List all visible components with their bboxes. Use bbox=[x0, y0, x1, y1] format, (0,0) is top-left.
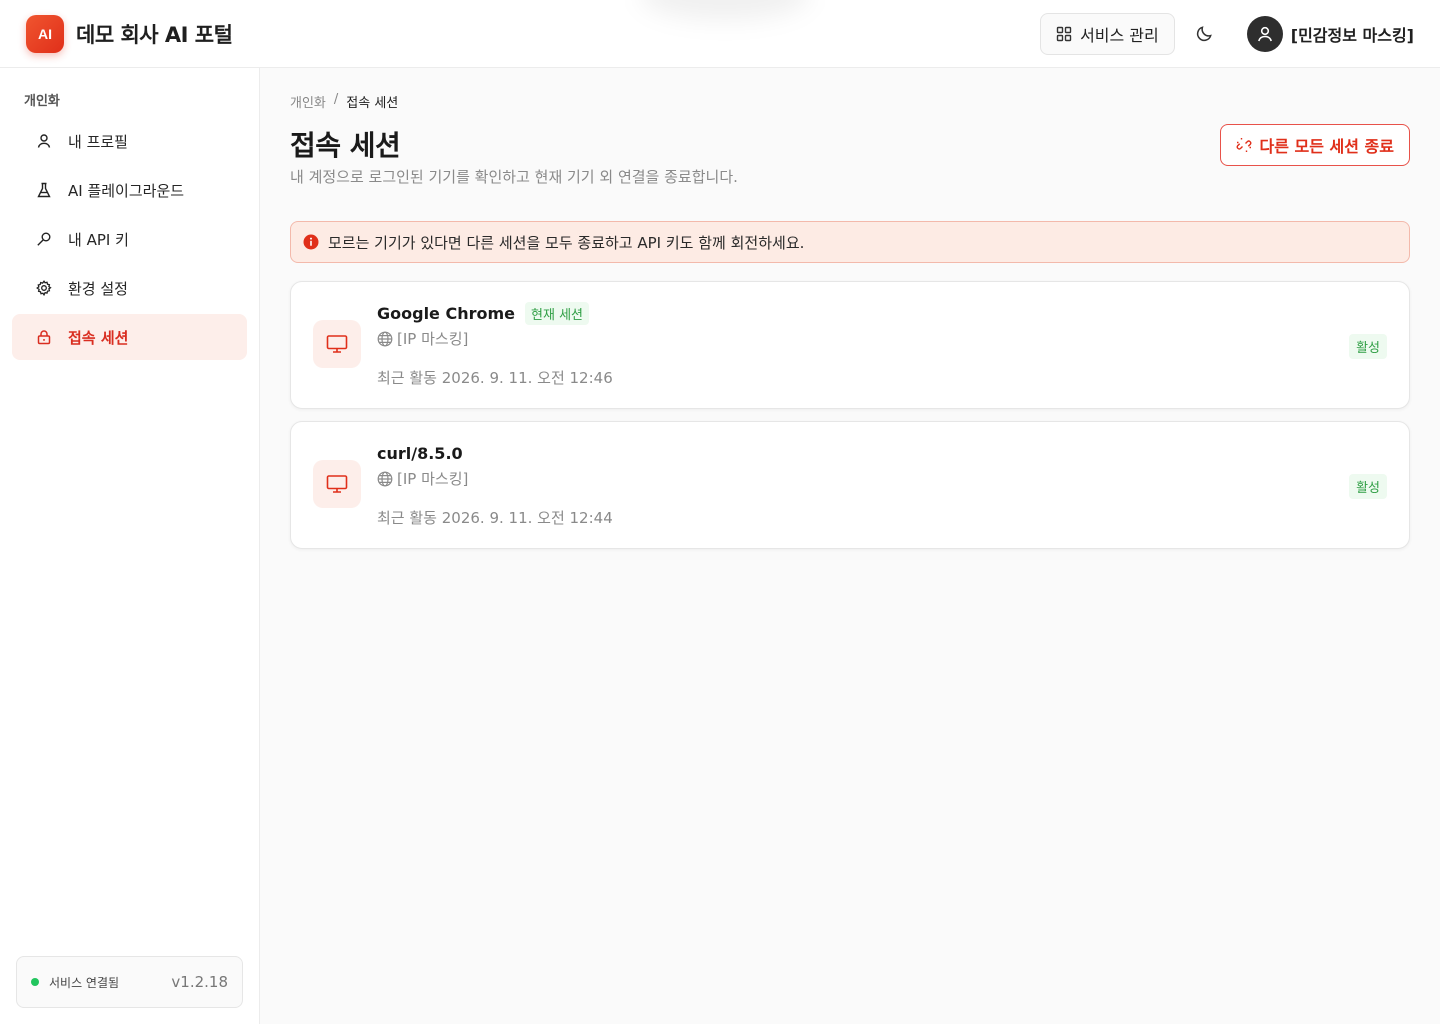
sidebar-section-label: 개인화 bbox=[24, 94, 60, 109]
user-avatar-icon bbox=[1257, 26, 1272, 41]
moon-icon bbox=[1197, 26, 1213, 42]
session-header: Google Chrome 현재 세션 bbox=[377, 301, 613, 325]
alert-info-icon bbox=[303, 234, 319, 250]
breadcrumb-separator: / bbox=[333, 92, 339, 107]
session-header: curl/8.5.0 bbox=[377, 442, 613, 464]
globe-icon bbox=[377, 471, 393, 486]
page-title: 접속 세션 bbox=[290, 129, 401, 162]
ip-address-row: [IP 마스킹] bbox=[377, 328, 613, 349]
session-details: curl/8.5.0 [IP 마스킹] 최근 활동 2026. 9. 11. 오… bbox=[377, 442, 613, 528]
ip-address: [IP 마스킹] bbox=[397, 330, 469, 348]
user-menu[interactable]: [민감정보 마스킹] bbox=[1246, 15, 1414, 52]
session-card: Google Chrome 현재 세션 [IP 마스킹] 최근 활동 2026.… bbox=[290, 281, 1410, 409]
session-card: curl/8.5.0 [IP 마스킹] 최근 활동 2026. 9. 11. 오… bbox=[290, 421, 1410, 549]
breadcrumb-current: 접속 세션 bbox=[346, 96, 399, 111]
monitor-icon bbox=[326, 335, 348, 353]
end-other-sessions-label: 다른 모든 세션 종료 bbox=[1259, 137, 1394, 156]
sidebar-item-profile[interactable]: 내 프로필 bbox=[12, 118, 247, 164]
gear-icon bbox=[36, 280, 52, 296]
breadcrumb-parent[interactable]: 개인화 bbox=[290, 92, 326, 111]
end-other-sessions-button[interactable]: 다른 모든 세션 종료 bbox=[1219, 124, 1410, 166]
sidebar-item-playground[interactable]: AI 플레이그라운드 bbox=[12, 167, 247, 213]
avatar bbox=[1246, 15, 1283, 52]
device-icon-box bbox=[313, 320, 361, 368]
status-dot bbox=[31, 978, 39, 986]
current-session-badge: 현재 세션 bbox=[525, 301, 589, 325]
sidebar: 개인화 내 프로필 AI 플레이그라운드 내 API 키 환경 설정 접속 세션… bbox=[0, 68, 260, 1024]
sidebar-item-label: 내 프로필 bbox=[68, 132, 128, 151]
lock-icon bbox=[37, 330, 51, 345]
connection-status-text: 서비스 연결됨 bbox=[49, 975, 120, 990]
globe-icon bbox=[377, 331, 393, 346]
sidebar-item-settings[interactable]: 환경 설정 bbox=[12, 265, 247, 311]
flask-icon bbox=[37, 182, 51, 198]
page-description: 내 계정으로 로그인된 기기를 확인하고 현재 기기 외 연결을 종료합니다. bbox=[290, 168, 738, 186]
breadcrumb: 개인화 / 접속 세션 bbox=[290, 92, 398, 111]
sidebar-item-label: 접속 세션 bbox=[68, 328, 129, 347]
top-shadow-decoration bbox=[640, 0, 810, 20]
sidebar-item-label: 내 API 키 bbox=[68, 230, 129, 249]
service-manage-button[interactable]: 서비스 관리 bbox=[1040, 12, 1175, 55]
top-right-controls: 서비스 관리 [민감정보 마스킹] bbox=[1040, 12, 1414, 55]
ip-address: [IP 마스킹] bbox=[397, 470, 469, 488]
unlink-icon bbox=[1236, 138, 1251, 152]
monitor-icon bbox=[326, 475, 348, 493]
grid-icon bbox=[1056, 26, 1072, 41]
service-manage-label: 서비스 관리 bbox=[1080, 25, 1159, 45]
ip-address-row: [IP 마스킹] bbox=[377, 468, 613, 489]
connection-status-card: 서비스 연결됨 v1.2.18 bbox=[16, 956, 243, 1008]
app-version: v1.2.18 bbox=[171, 973, 228, 991]
sidebar-nav: 내 프로필 AI 플레이그라운드 내 API 키 환경 설정 접속 세션 bbox=[12, 118, 247, 363]
user-name: [민감정보 마스킹] bbox=[1290, 25, 1414, 45]
last-active-time: 최근 활동 2026. 9. 11. 오전 12:44 bbox=[377, 509, 613, 527]
sidebar-item-label: AI 플레이그라운드 bbox=[68, 181, 185, 200]
alert-text: 모르는 기기가 있다면 다른 세션을 모두 종료하고 API 키도 함께 회전하… bbox=[328, 233, 805, 252]
app-logo[interactable]: AI bbox=[26, 14, 64, 53]
top-bar: AI 데모 회사 AI 포털 서비스 관리 [민감정보 마스킹] bbox=[0, 0, 1440, 68]
session-details: Google Chrome 현재 세션 [IP 마스킹] 최근 활동 2026.… bbox=[377, 301, 613, 388]
device-icon-box bbox=[313, 460, 361, 508]
sidebar-item-sessions[interactable]: 접속 세션 bbox=[12, 314, 247, 360]
device-name: Google Chrome bbox=[377, 303, 516, 323]
status-badge: 활성 bbox=[1349, 334, 1387, 359]
sidebar-item-label: 환경 설정 bbox=[68, 279, 128, 298]
theme-toggle-button[interactable] bbox=[1185, 14, 1225, 54]
last-active-time: 최근 활동 2026. 9. 11. 오전 12:46 bbox=[377, 369, 613, 387]
sidebar-item-api-keys[interactable]: 내 API 키 bbox=[12, 216, 247, 262]
status-badge: 활성 bbox=[1349, 474, 1387, 499]
security-alert: 모르는 기기가 있다면 다른 세션을 모두 종료하고 API 키도 함께 회전하… bbox=[290, 221, 1410, 263]
app-title: 데모 회사 AI 포털 bbox=[76, 22, 233, 47]
device-name: curl/8.5.0 bbox=[377, 443, 463, 463]
key-icon bbox=[37, 232, 51, 246]
user-icon bbox=[37, 134, 51, 148]
